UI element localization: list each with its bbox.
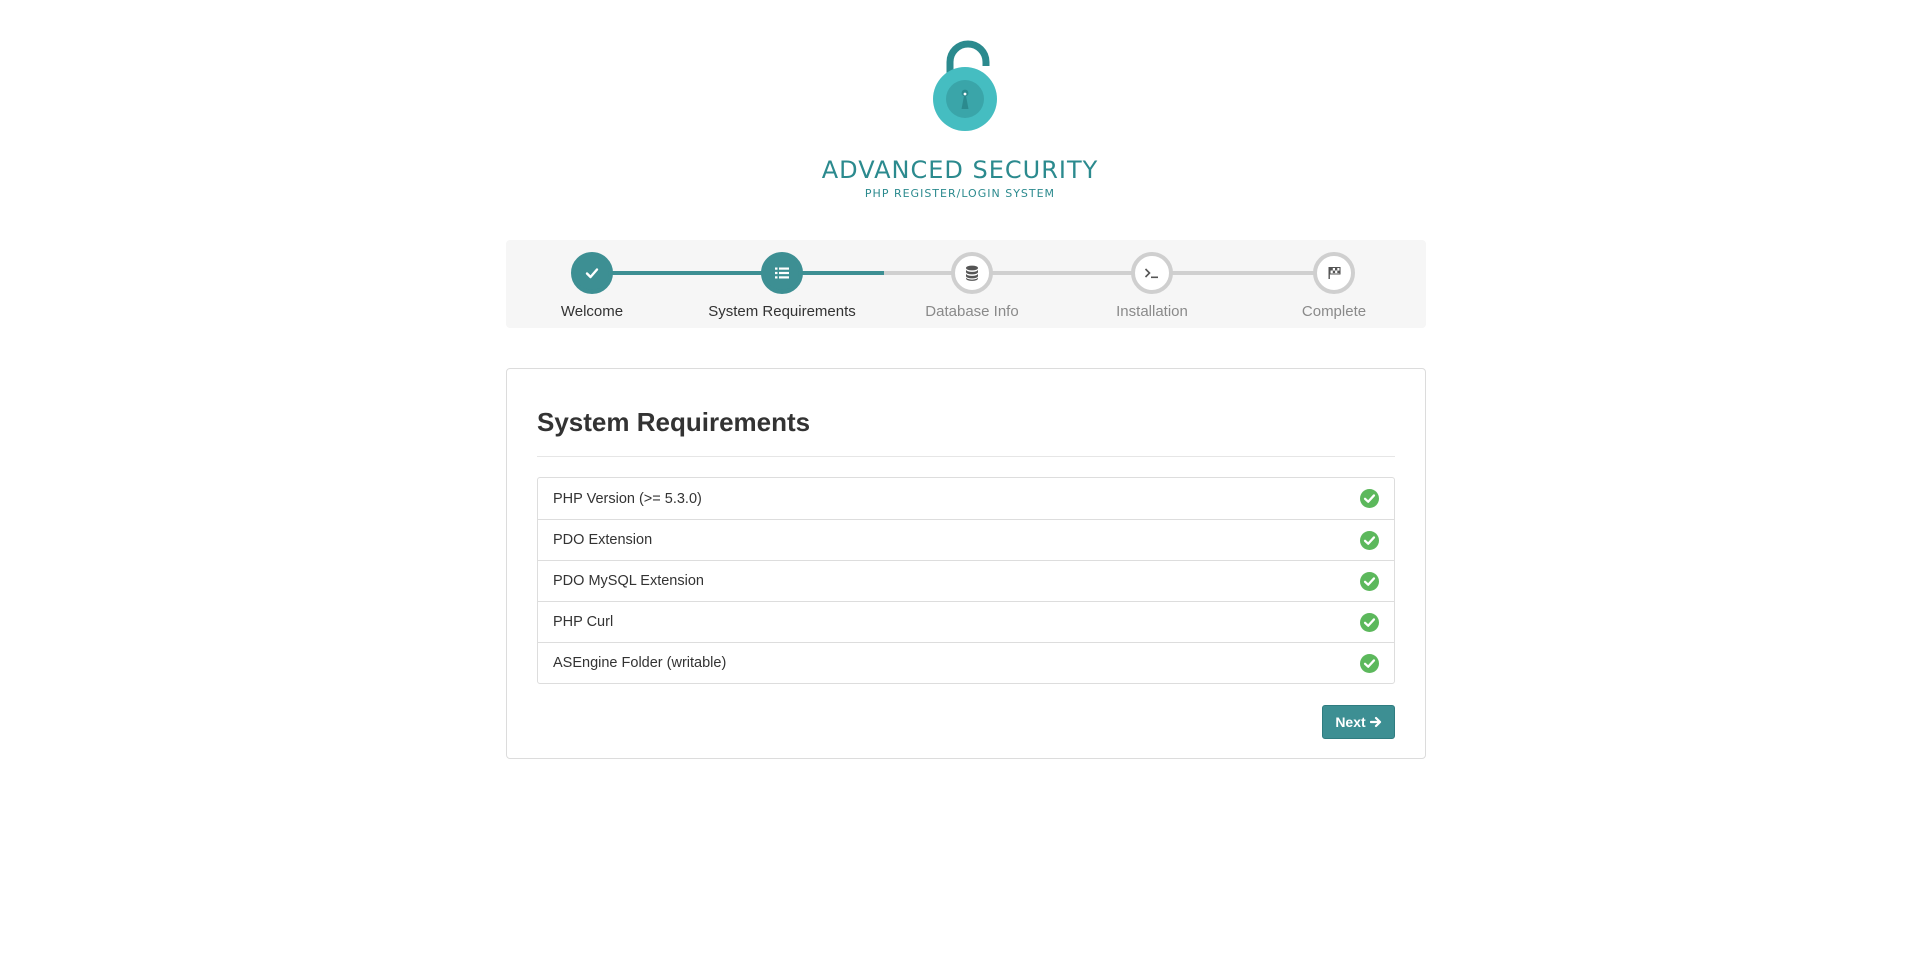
step-database-info: Database Info	[882, 252, 1062, 320]
step-label: System Requirements	[708, 303, 856, 320]
padlock-icon	[933, 40, 997, 131]
flag-icon	[1313, 252, 1355, 294]
arrow-right-icon	[1369, 716, 1381, 728]
brand-title: ADVANCED SECURITY	[821, 156, 1099, 184]
database-icon	[951, 252, 993, 294]
check-circle-icon	[1360, 489, 1379, 508]
terminal-icon	[1131, 252, 1173, 294]
requirements-list: PHP Version (>= 5.3.0) PDO Extension PDO…	[537, 477, 1395, 684]
requirements-panel: System Requirements PHP Version (>= 5.3.…	[506, 368, 1426, 759]
list-item: PDO Extension	[538, 519, 1394, 560]
check-circle-icon	[1360, 571, 1379, 591]
list-icon	[761, 252, 803, 294]
wizard-steps: Welcome System Requirements Database Inf	[506, 240, 1426, 328]
list-item: PHP Version (>= 5.3.0)	[538, 478, 1394, 519]
step-label: Installation	[1116, 303, 1188, 320]
step-label: Welcome	[560, 303, 624, 320]
next-button[interactable]: Next	[1322, 705, 1395, 739]
step-complete: Complete	[1244, 252, 1424, 320]
requirement-label: ASEngine Folder (writable)	[553, 655, 727, 671]
requirement-label: PDO MySQL Extension	[553, 573, 704, 589]
step-installation: Installation	[1062, 252, 1242, 320]
step-system-requirements: System Requirements	[692, 252, 872, 320]
panel-title: System Requirements	[537, 407, 811, 437]
check-icon	[571, 252, 613, 294]
requirement-label: PDO Extension	[553, 532, 653, 548]
check-circle-icon	[1360, 612, 1379, 632]
list-item: ASEngine Folder (writable)	[538, 642, 1394, 683]
divider	[537, 456, 1395, 457]
check-circle-icon	[1360, 530, 1379, 550]
list-item: PDO MySQL Extension	[538, 560, 1394, 601]
brand-subtitle: PHP REGISTER/LOGIN SYSTEM	[864, 187, 1056, 200]
step-welcome: Welcome	[502, 252, 682, 320]
check-circle-icon	[1360, 653, 1379, 673]
step-label: Complete	[1301, 303, 1367, 320]
list-item: PHP Curl	[538, 601, 1394, 642]
requirement-label: PHP Version (>= 5.3.0)	[553, 490, 702, 507]
next-button-label: Next	[1335, 714, 1366, 730]
step-label: Database Info	[925, 303, 1019, 320]
requirement-label: PHP Curl	[553, 614, 614, 630]
